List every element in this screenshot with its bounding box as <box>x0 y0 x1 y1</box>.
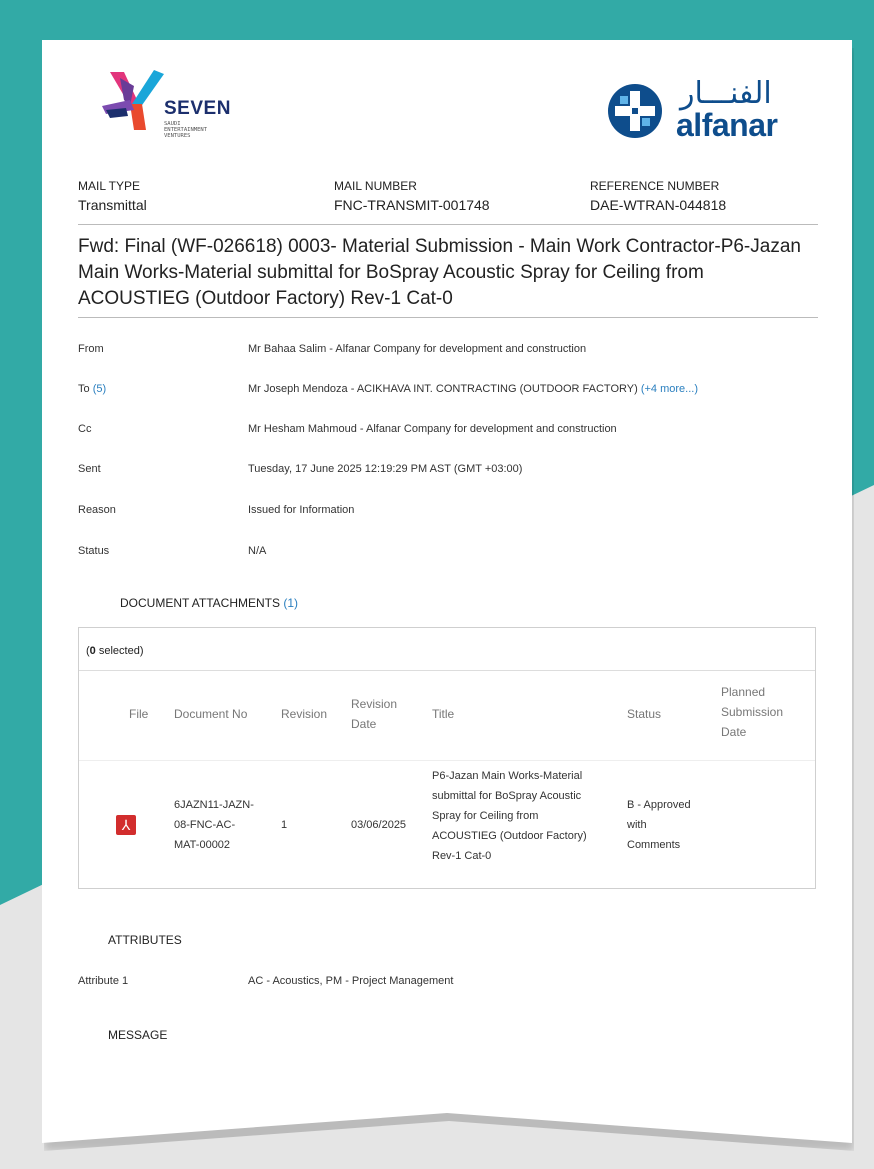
mail-type-value: Transmittal <box>78 197 147 213</box>
col-header-revision[interactable]: Revision <box>281 704 327 724</box>
row-title: P6-Jazan Main Works-Material submittal f… <box>432 766 587 866</box>
cc-value: Mr Hesham Mahmoud - Alfanar Company for … <box>248 423 617 435</box>
sent-label: Sent <box>78 463 101 475</box>
seven-logo-name: SEVEN <box>164 98 231 119</box>
to-label: To <box>78 383 90 395</box>
mail-number-label: MAIL NUMBER <box>334 179 417 193</box>
row-revision-date: 03/06/2025 <box>351 819 407 831</box>
col-header-document-no[interactable]: Document No <box>174 704 247 724</box>
header-line: Revision <box>351 697 398 711</box>
mail-type-label: MAIL TYPE <box>78 179 141 193</box>
reference-number-label: REFERENCE NUMBER <box>590 179 720 193</box>
attachments-count-link[interactable]: (1) <box>283 596 298 610</box>
header-divider <box>78 224 818 225</box>
reason-label: Reason <box>78 504 116 516</box>
attribute-1-label: Attribute 1 <box>78 975 129 987</box>
sent-value: Tuesday, 17 June 2025 12:19:29 PM AST (G… <box>248 463 523 475</box>
from-label: From <box>78 343 104 355</box>
attachments-heading-group: DOCUMENT ATTACHMENTS (1) <box>120 596 298 610</box>
header-line: Submission <box>721 705 784 719</box>
col-header-planned-submission-date[interactable]: Planned Submission Date <box>721 682 783 742</box>
selection-count: (0 selected) <box>86 645 144 657</box>
cell-line: Comments <box>627 839 681 851</box>
row-status: B - Approved with Comments <box>627 795 691 855</box>
reason-value: Issued for Information <box>248 504 355 516</box>
cell-line: MAT-00002 <box>174 839 231 851</box>
seven-logo-mark <box>102 70 164 130</box>
cell-line: submittal for BoSpray Acoustic <box>432 790 582 802</box>
status-label: Status <box>78 545 110 557</box>
cell-line: B - Approved <box>627 799 691 811</box>
cell-line: Rev-1 Cat-0 <box>432 850 492 862</box>
table-header-divider <box>79 760 815 761</box>
header-line: Planned <box>721 685 766 699</box>
cell-line: ACOUSTIEG (Outdoor Factory) <box>432 830 587 842</box>
attribute-1-value: AC - Acoustics, PM - Project Management <box>248 975 454 987</box>
cc-label: Cc <box>78 423 92 435</box>
selection-rest: selected) <box>95 645 144 657</box>
to-value: Mr Joseph Mendoza - ACIKHAVA INT. CONTRA… <box>248 383 638 395</box>
col-header-status[interactable]: Status <box>627 704 661 724</box>
subject-divider <box>78 317 818 318</box>
message-heading: MESSAGE <box>108 1028 168 1042</box>
from-value: Mr Bahaa Salim - Alfanar Company for dev… <box>248 343 587 355</box>
cell-line: P6-Jazan Main Works-Material <box>432 770 583 782</box>
col-header-revision-date[interactable]: Revision Date <box>351 694 397 734</box>
alfanar-logo-mark <box>608 84 662 138</box>
cell-line: 6JAZN11-JAZN- <box>174 799 254 811</box>
header-line: Date <box>351 717 377 731</box>
cell-line: 08-FNC-AC- <box>174 819 236 831</box>
col-header-title[interactable]: Title <box>432 704 454 724</box>
col-header-file[interactable]: File <box>129 704 148 724</box>
mail-number-value: FNC-TRANSMIT-001748 <box>334 197 490 213</box>
to-more-link[interactable]: (+4 more...) <box>641 383 698 395</box>
row-document-no[interactable]: 6JAZN11-JAZN- 08-FNC-AC- MAT-00002 <box>174 795 254 855</box>
cell-line: Spray for Ceiling from <box>432 810 539 822</box>
attributes-heading: ATTRIBUTES <box>108 933 182 947</box>
mail-subject: Fwd: Final (WF-026618) 0003- Material Su… <box>78 236 801 309</box>
reference-number-value: DAE-WTRAN-044818 <box>590 197 727 213</box>
alfanar-logo-latin: alfanar <box>676 107 778 143</box>
table-selection-divider <box>79 670 815 671</box>
cell-line: with <box>627 819 647 831</box>
alfanar-logo-arabic: الفنـــار <box>680 76 772 111</box>
to-label-group: To (5) <box>78 383 106 395</box>
row-revision: 1 <box>281 819 288 831</box>
to-value-group: Mr Joseph Mendoza - ACIKHAVA INT. CONTRA… <box>248 383 698 395</box>
header-line: Date <box>721 725 747 739</box>
seven-sub-line: VENTURES <box>164 133 191 139</box>
to-count-link[interactable]: (5) <box>93 383 106 395</box>
seven-logo-subtitle: SAUDI ENTERTAINMENT VENTURES <box>164 121 207 139</box>
attachments-heading: DOCUMENT ATTACHMENTS <box>120 596 281 610</box>
status-value: N/A <box>248 545 267 557</box>
pdf-icon[interactable]: ⅄ <box>116 815 136 835</box>
